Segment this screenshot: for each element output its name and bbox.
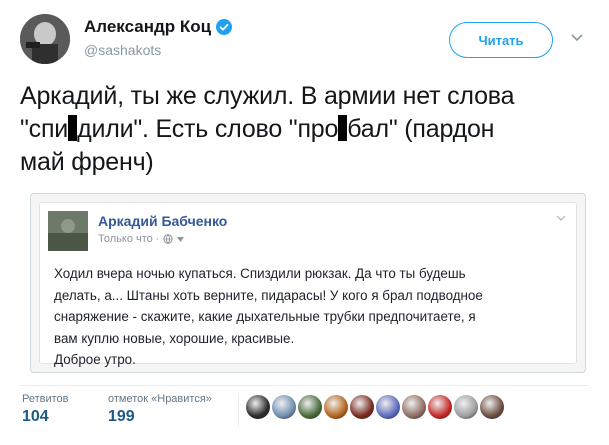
- liker-avatar-4[interactable]: [324, 395, 348, 419]
- liker-avatar-9[interactable]: [454, 395, 478, 419]
- author-handle[interactable]: @sashakots: [84, 42, 161, 58]
- fb-post-line: делать, а... Штаны хоть верните, пидарас…: [54, 287, 483, 303]
- tweet-text: Аркадий, ты же служил. В армии нет слова…: [20, 80, 595, 179]
- facebook-post-card: Аркадий Бабченко Только что · Ходил вчер…: [39, 202, 577, 367]
- globe-icon: [163, 234, 174, 244]
- censor-bar: [68, 115, 78, 141]
- fb-options-chevron-icon: [556, 215, 566, 221]
- fb-post-meta: Только что ·: [98, 233, 185, 245]
- fb-author-avatar: [48, 211, 88, 251]
- chevron-down-icon[interactable]: [570, 33, 584, 43]
- caret-down-icon: [177, 236, 185, 242]
- tweet-text-line-3: май френч): [20, 148, 154, 176]
- censor-bar: [338, 115, 348, 141]
- liker-avatar-6[interactable]: [376, 395, 400, 419]
- liker-avatar-10[interactable]: [480, 395, 504, 419]
- tweet-text-line-1: Аркадий, ты же служил. В армии нет слова: [20, 82, 515, 110]
- fb-author-name: Аркадий Бабченко: [98, 213, 228, 229]
- retweets-count[interactable]: 104: [22, 408, 49, 426]
- liker-avatar-8[interactable]: [428, 395, 452, 419]
- follow-button[interactable]: Читать: [449, 22, 553, 58]
- author-name[interactable]: Александр Коц: [84, 17, 233, 37]
- liker-avatar-3[interactable]: [298, 395, 322, 419]
- retweets-label[interactable]: Ретвитов: [22, 393, 69, 405]
- verified-badge-icon: [216, 19, 233, 35]
- likes-count[interactable]: 199: [108, 408, 135, 426]
- liker-avatar-1[interactable]: [246, 395, 270, 419]
- fb-timestamp: Только что ·: [98, 233, 160, 245]
- stats-divider: [20, 385, 589, 386]
- fb-post-text: Ходил вчера ночью купаться. Спиздили рюк…: [54, 263, 564, 371]
- tweet-text-line-2: "спи дили". Есть слово "про бал" (пардон: [20, 115, 495, 143]
- author-name-text[interactable]: Александр Коц: [84, 17, 211, 37]
- fb-post-line: Доброе утро.: [54, 352, 136, 367]
- liker-avatar-7[interactable]: [402, 395, 426, 419]
- fb-post-line: снаряжение - скажите, какие дыхательные …: [54, 309, 476, 324]
- likes-label[interactable]: отметок «Нравится»: [108, 393, 212, 405]
- fb-post-line: вам куплю новые, хорошие, красивые.: [54, 330, 295, 346]
- quoted-screenshot[interactable]: Аркадий Бабченко Только что · Ходил вчер…: [30, 193, 586, 373]
- liker-avatar-5[interactable]: [350, 395, 374, 419]
- liker-avatar-2[interactable]: [272, 395, 296, 419]
- author-avatar[interactable]: [20, 14, 70, 64]
- fb-post-line: Ходил вчера ночью купаться. Спиздили рюк…: [54, 266, 466, 281]
- stats-separator: [238, 393, 239, 427]
